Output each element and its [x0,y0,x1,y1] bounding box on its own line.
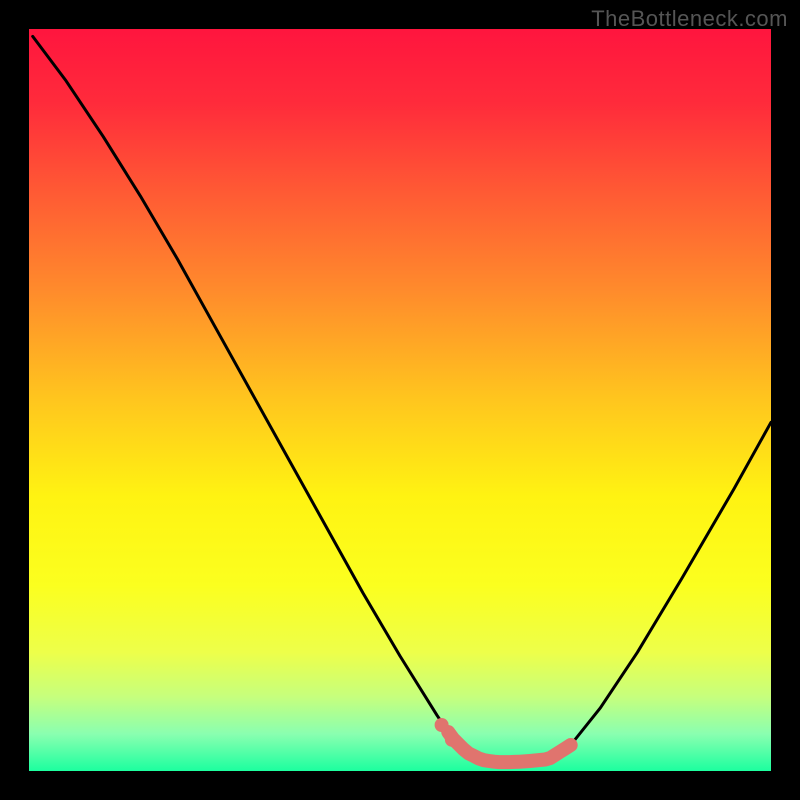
plot-area [29,29,771,771]
highlight-dot [445,733,459,747]
watermark-text: TheBottleneck.com [591,6,788,32]
highlight-dot [435,718,449,732]
bottleneck-chart [0,0,800,800]
